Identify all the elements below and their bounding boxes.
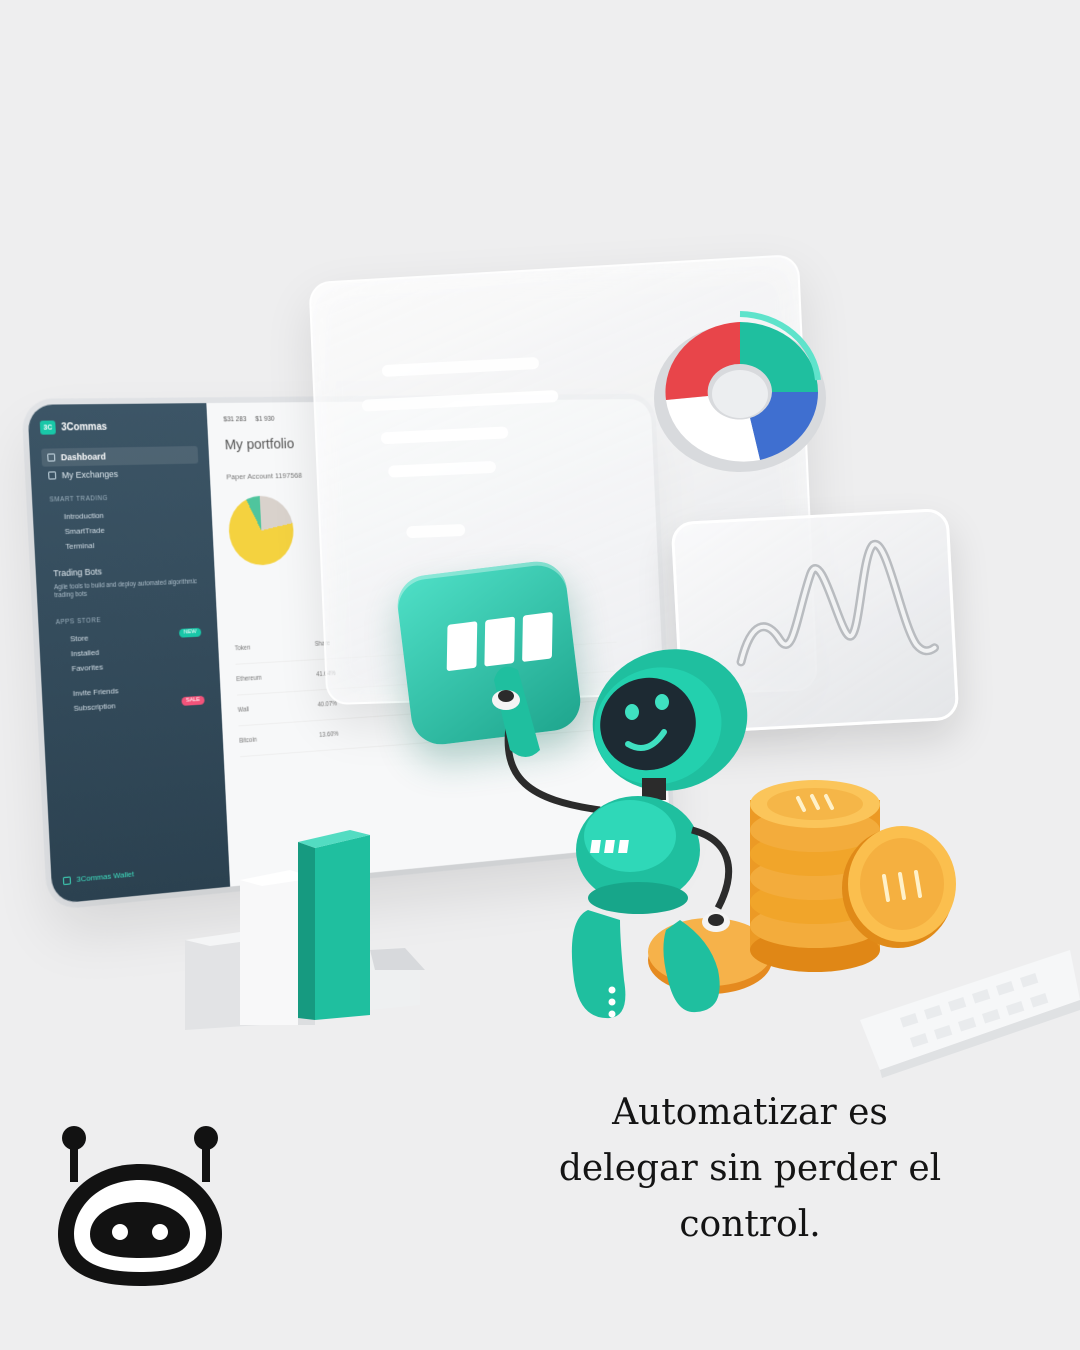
sidebar-item-label: My Exchanges [62, 469, 119, 480]
sidebar-item-label: Installed [71, 648, 100, 658]
sidebar-item-label: SmartTrade [64, 526, 104, 536]
sidebar-item-label: Subscription [73, 701, 115, 713]
portfolio-pie-chart [227, 495, 295, 566]
column-header[interactable]: Token [235, 642, 298, 652]
caption-line: control. [480, 1197, 1020, 1253]
robot-logo-icon [52, 1122, 230, 1290]
caption-line: delegar sin perder el [480, 1141, 1020, 1197]
brand-mark-icon: 3C [40, 420, 56, 434]
sidebar-item-label: Trading Bots [53, 567, 102, 579]
caption-text: Automatizar es delegar sin perder el con… [480, 1085, 1020, 1253]
sidebar-item-label: Terminal [65, 541, 94, 551]
sidebar-item-label: Dashboard [61, 452, 106, 463]
sidebar-item-label: 3Commas Wallet [76, 870, 134, 884]
token-name: Bitcoin [239, 733, 302, 744]
keyboard-icon [860, 940, 1080, 1080]
sidebar-item-label: Invite Friends [73, 686, 119, 698]
token-name: Wall [238, 703, 301, 714]
glass-placeholder-line [381, 426, 509, 444]
brand-name: 3Commas [61, 421, 107, 433]
trading-bots-description: Agile tools to build and deploy automate… [48, 576, 205, 607]
new-badge: NEW [179, 628, 201, 638]
balance-value: $31 283 [223, 416, 246, 423]
robot-mascot-icon [470, 640, 770, 1040]
glass-placeholder-line [382, 357, 539, 377]
sidebar-section-smart-trading: SMART TRADING [49, 493, 200, 504]
token-share: 13.60% [319, 731, 339, 739]
glass-placeholder-line [388, 461, 496, 478]
caption-line: Automatizar es [480, 1085, 1020, 1141]
wallet-icon [63, 876, 71, 885]
balance-value: $1 930 [255, 416, 274, 423]
sidebar-section-apps-store: APPS STORE [56, 612, 206, 626]
donut-chart-icon [640, 300, 840, 480]
sidebar-item-label: Favorites [71, 662, 103, 673]
sidebar-item-label: Introduction [64, 511, 104, 521]
sale-badge: SALE [181, 696, 205, 706]
hero-scene: 3C 3Commas Dashboard My Exchanges SMART … [0, 0, 1080, 1350]
glass-placeholder-line [406, 524, 465, 538]
sidebar-item-label: Store [70, 633, 89, 643]
sidebar-item-my-exchanges[interactable]: My Exchanges [42, 463, 199, 484]
dashboard-brand: 3C 3Commas [40, 419, 197, 435]
dashboard-icon [47, 453, 55, 461]
bar-blocks-icon [180, 820, 430, 1035]
token-share: 40.07% [318, 701, 338, 709]
exchange-icon [48, 471, 56, 479]
token-name: Ethereum [236, 673, 299, 683]
glass-placeholder-line [362, 390, 559, 412]
